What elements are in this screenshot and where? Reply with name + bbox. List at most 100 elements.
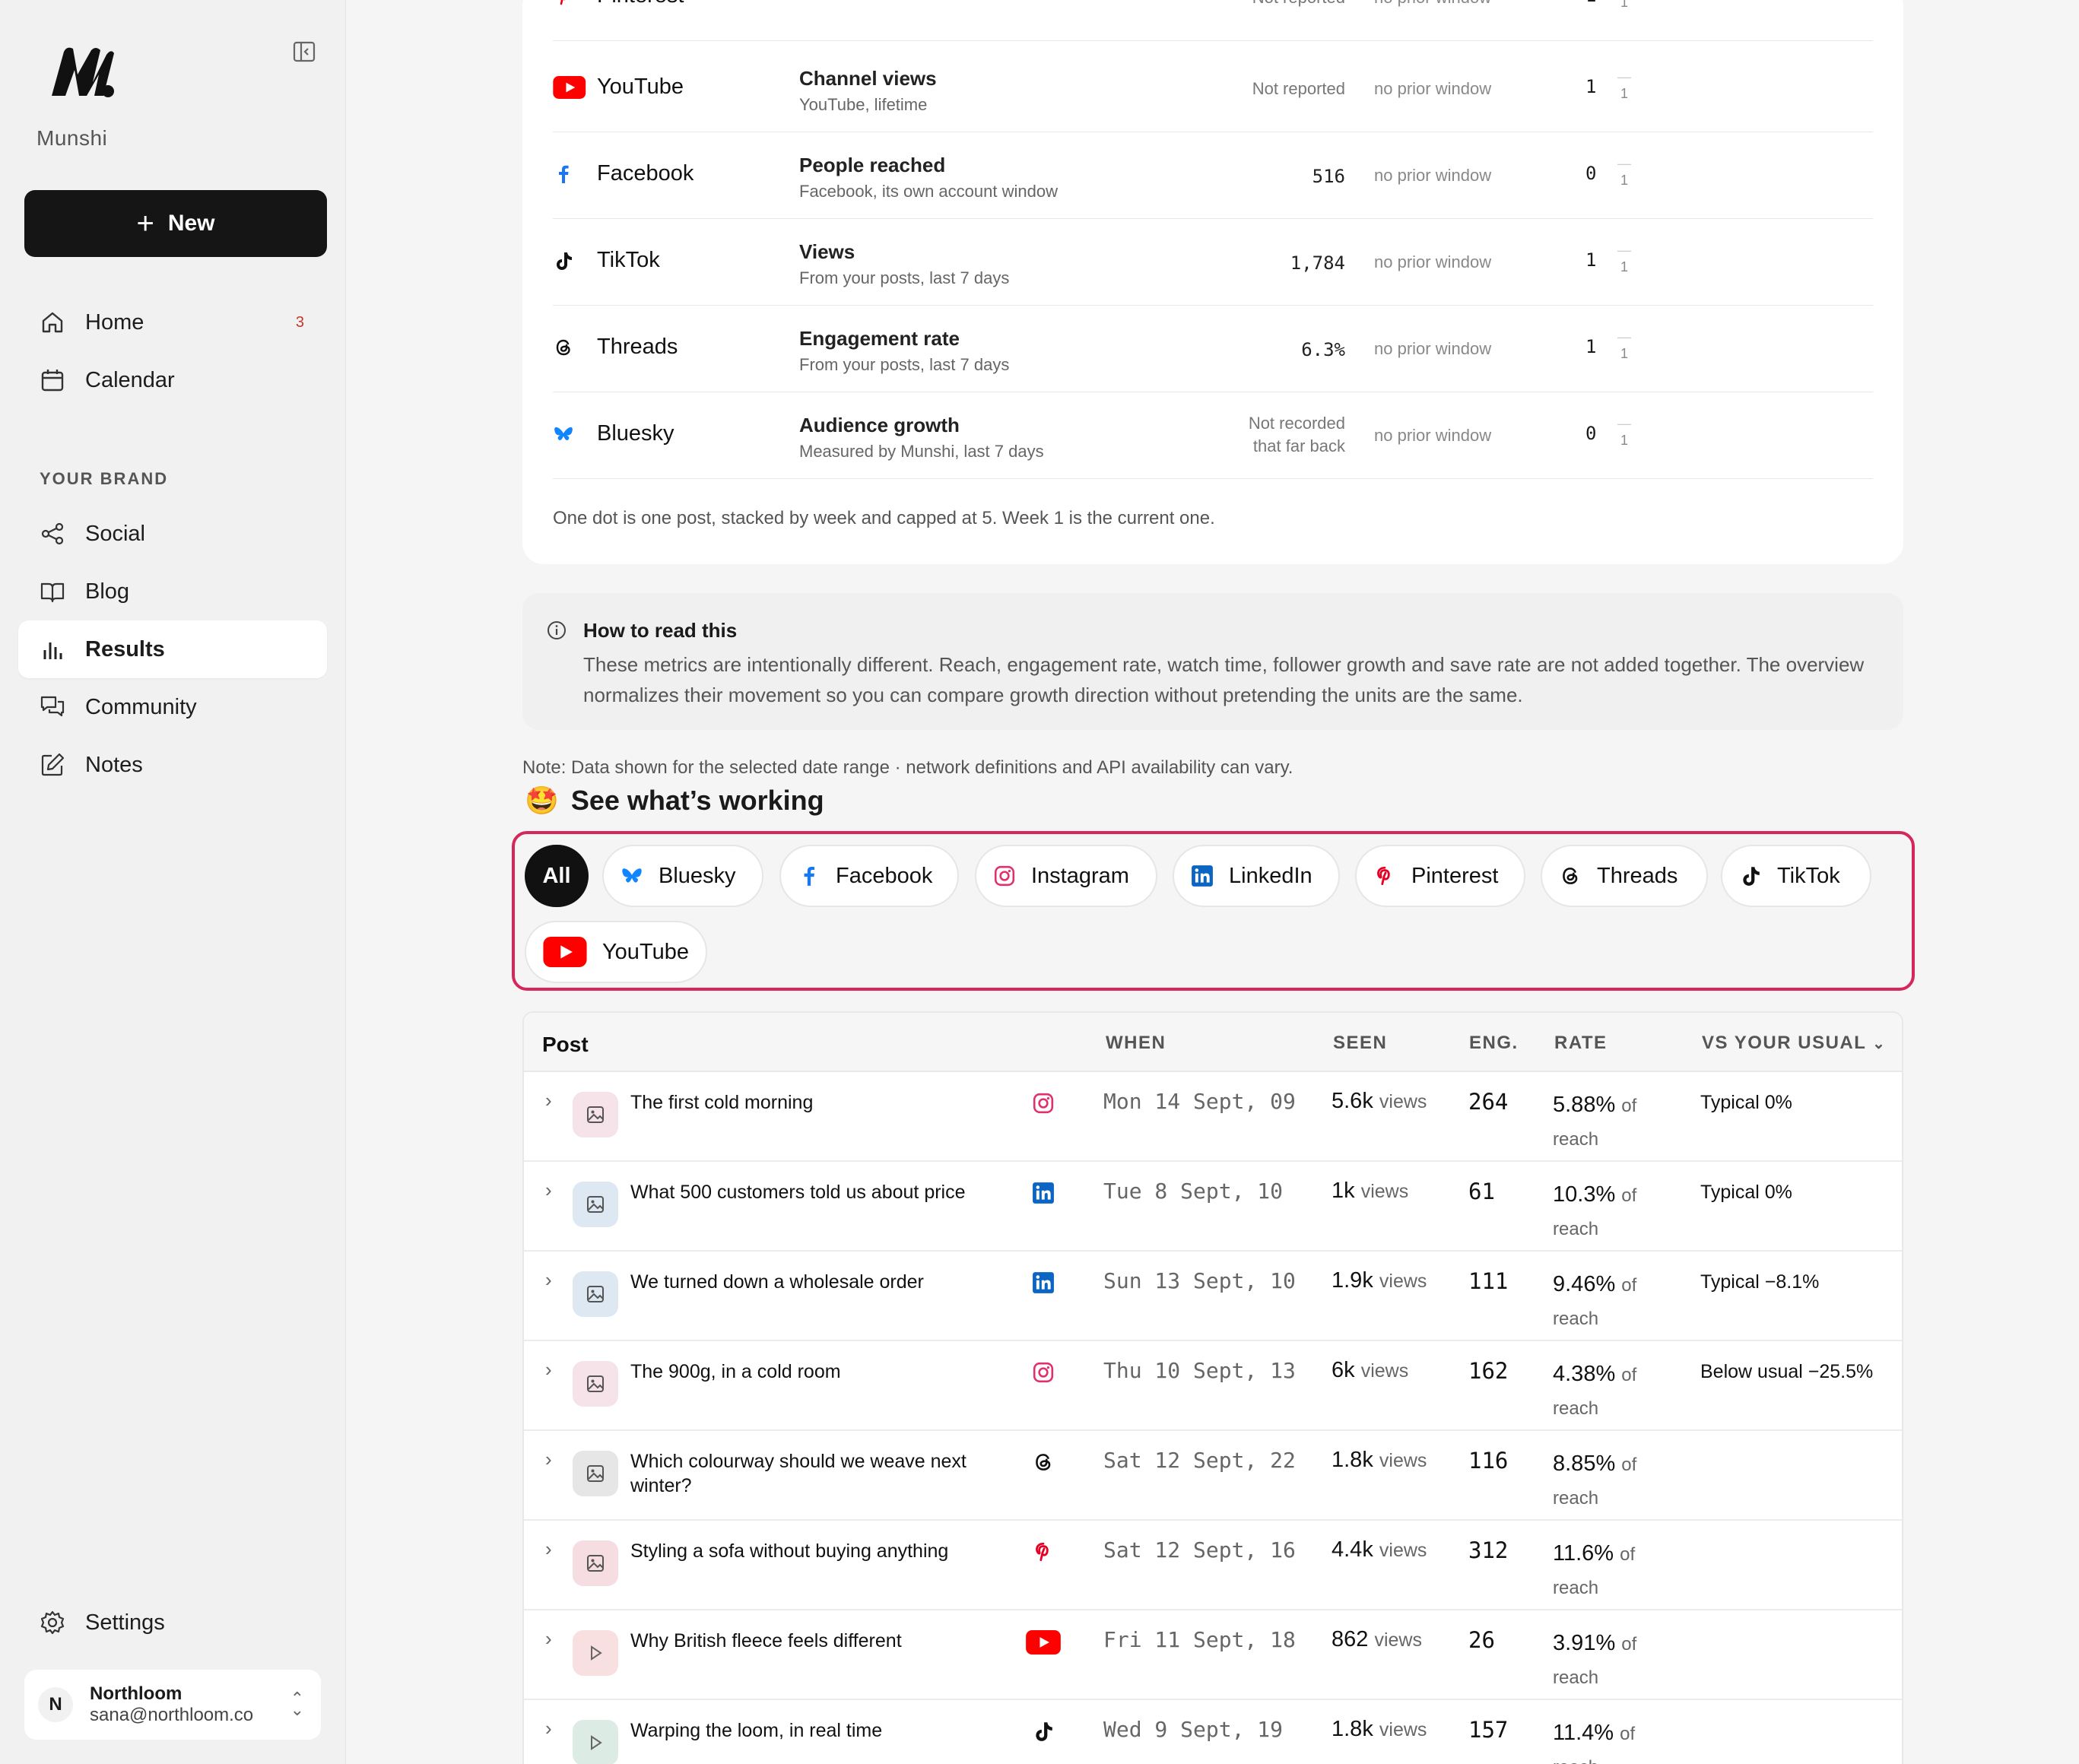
nav-notes[interactable]: Notes [18, 736, 327, 794]
section-title-working: 🤩 See what’s working [525, 785, 824, 817]
youtube-icon [543, 937, 587, 967]
new-button-label: New [167, 211, 215, 236]
network-name-cell: Bluesky [553, 421, 674, 446]
post-title[interactable]: Why British fleece feels different [630, 1629, 995, 1653]
col-vs-usual[interactable]: VS YOUR USUAL ⌄ [1702, 1033, 1886, 1054]
rate-value: 5.88% [1553, 1093, 1616, 1117]
filter-chip-instagram[interactable]: Instagram [975, 845, 1157, 907]
nav-results[interactable]: Results [18, 620, 327, 678]
expand-chevron-icon[interactable]: › [545, 1448, 552, 1471]
table-row[interactable]: › Which colourway should we weave next w… [524, 1431, 1902, 1521]
table-row[interactable]: › Warping the loom, in real time Wed 9 S… [524, 1700, 1902, 1764]
rate-value: 10.3% [1553, 1182, 1616, 1207]
post-date: Sun 13 Sept, 10 [1103, 1268, 1296, 1293]
post-title[interactable]: The 900g, in a cold room [630, 1359, 995, 1384]
table-row[interactable]: › What 500 customers told us about price… [524, 1162, 1902, 1252]
metric-value: Not reported [1252, 0, 1345, 8]
expand-chevron-icon[interactable]: › [545, 1268, 552, 1292]
filter-chip-youtube[interactable]: YouTube [525, 921, 707, 983]
filter-chip-bluesky[interactable]: Bluesky [602, 845, 763, 907]
week-marker: —1 [1617, 156, 1631, 188]
threads-icon [1026, 1451, 1061, 1474]
expand-chevron-icon[interactable]: › [545, 1089, 552, 1112]
metric-name: Views [799, 240, 855, 263]
filter-chip-label: Pinterest [1411, 863, 1499, 888]
post-title[interactable]: Styling a sofa without buying anything [630, 1539, 995, 1563]
table-row[interactable]: › The first cold morning Mon 14 Sept, 09… [524, 1072, 1902, 1162]
nav-blog-label: Blog [85, 579, 130, 604]
section-your-brand: YOUR BRAND [40, 469, 169, 488]
col-rate[interactable]: RATE [1554, 1033, 1608, 1054]
post-count: 0 [1585, 163, 1597, 184]
post-title[interactable]: What 500 customers told us about price [630, 1180, 995, 1204]
nav-settings[interactable]: Settings [18, 1594, 327, 1651]
nav-social[interactable]: Social [18, 505, 327, 563]
brand-name: Munshi [37, 126, 108, 150]
nav-home[interactable]: Home 3 [18, 293, 327, 351]
filter-chip-label: Facebook [836, 863, 933, 888]
video-thumbnail-icon [573, 1630, 618, 1676]
table-row[interactable]: › Styling a sofa without buying anything… [524, 1521, 1902, 1610]
week-marker: —1 [1617, 243, 1631, 274]
nav-community[interactable]: Community [18, 678, 327, 736]
views-value: 1.8k [1332, 1448, 1373, 1472]
post-title[interactable]: Warping the loom, in real time [630, 1718, 995, 1743]
new-button[interactable]: + New [24, 190, 327, 257]
bluesky-icon [553, 424, 597, 445]
pinterest-icon [1373, 865, 1396, 887]
pinterest-icon [553, 0, 597, 7]
week-marker: —1 [1617, 329, 1631, 361]
edit-note-icon [41, 753, 65, 776]
filter-chip-facebook[interactable]: Facebook [779, 845, 959, 907]
metric-value: Not reported [1252, 79, 1345, 98]
expand-chevron-icon[interactable]: › [545, 1627, 552, 1651]
expand-chevron-icon[interactable]: › [545, 1179, 552, 1202]
network-name: Pinterest [597, 0, 684, 8]
prior-window: no prior window [1374, 0, 1491, 8]
week-number: 1 [1620, 86, 1628, 101]
table-row[interactable]: › We turned down a wholesale order Sun 1… [524, 1252, 1902, 1341]
vs-usual: Typical −8.1% [1700, 1271, 1820, 1293]
post-title[interactable]: The first cold morning [630, 1090, 995, 1115]
expand-chevron-icon[interactable]: › [545, 1537, 552, 1561]
post-views: 1.9k views [1332, 1268, 1427, 1293]
filter-chip-tiktok[interactable]: TikTok [1721, 845, 1871, 907]
post-date: Wed 9 Sept, 19 [1103, 1717, 1284, 1742]
account-switcher[interactable]: N Northloom sana@northloom.co ⌃ ⌄ [24, 1670, 321, 1740]
filter-chip-threads[interactable]: Threads [1541, 845, 1708, 907]
views-value: 6k [1332, 1358, 1355, 1382]
post-engagement: 26 [1468, 1627, 1495, 1653]
collapse-sidebar-icon[interactable] [292, 40, 316, 64]
filter-chip-linkedin[interactable]: LinkedIn [1173, 845, 1340, 907]
col-when[interactable]: WHEN [1106, 1033, 1166, 1054]
prior-window: no prior window [1374, 339, 1492, 358]
nav-calendar[interactable]: Calendar [18, 351, 327, 409]
col-seen[interactable]: SEEN [1333, 1033, 1387, 1054]
post-title[interactable]: We turned down a wholesale order [630, 1270, 995, 1294]
metric-source: Facebook, its own account window [799, 182, 1058, 201]
expand-chevron-icon[interactable]: › [545, 1358, 552, 1382]
bluesky-icon [621, 865, 643, 887]
image-thumbnail-icon [573, 1182, 618, 1227]
how-to-read-panel: How to read this These metrics are inten… [522, 593, 1903, 730]
post-count: 0 [1585, 423, 1597, 444]
metric-cell: Audience growth Measured by Munshi, last… [799, 414, 1044, 462]
filter-chip-all[interactable]: All [525, 845, 589, 907]
youtube-icon [1026, 1630, 1061, 1655]
post-title[interactable]: Which colourway should we weave next win… [630, 1449, 995, 1498]
table-row[interactable]: › The 900g, in a cold room Thu 10 Sept, … [524, 1341, 1902, 1431]
nav-results-label: Results [85, 636, 165, 662]
post-views: 862 views [1332, 1627, 1422, 1652]
post-date: Tue 8 Sept, 10 [1103, 1179, 1284, 1204]
col-eng[interactable]: ENG. [1469, 1033, 1519, 1054]
avatar: N [38, 1687, 73, 1722]
metric-value: 516 [1312, 166, 1345, 187]
expand-chevron-icon[interactable]: › [545, 1717, 552, 1740]
filter-chip-pinterest[interactable]: Pinterest [1355, 845, 1525, 907]
nav-blog[interactable]: Blog [18, 563, 327, 620]
post-rate: 11.6% of reach [1553, 1537, 1667, 1604]
network-row-facebook: Facebook People reached Facebook, its ow… [553, 132, 1873, 219]
linkedin-icon [1026, 1271, 1061, 1294]
vs-usual: Below usual −25.5% [1700, 1361, 1874, 1382]
table-row[interactable]: › Why British fleece feels different Fri… [524, 1610, 1902, 1700]
